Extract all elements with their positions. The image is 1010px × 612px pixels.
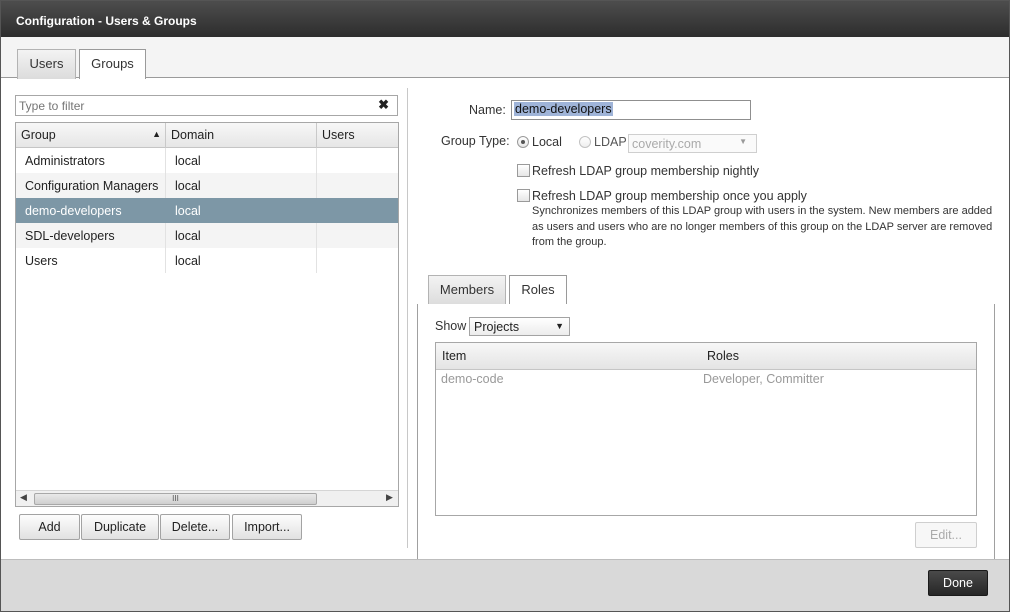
refresh-nightly-checkbox[interactable]	[517, 164, 530, 177]
group-name-cell: demo-developers	[25, 204, 122, 218]
domain-cell: local	[175, 154, 201, 168]
add-button[interactable]: Add	[19, 514, 80, 540]
role-roles-cell: Developer, Committer	[703, 372, 824, 386]
name-value: demo-developers	[514, 102, 613, 116]
dialog-footer	[1, 559, 1009, 611]
sort-ascending-icon: ▲	[152, 129, 161, 139]
name-field[interactable]: demo-developers	[511, 100, 751, 120]
groups-table-header: Group ▲ Domain Users	[16, 123, 398, 148]
column-header-group[interactable]: Group ▲	[16, 123, 166, 148]
refresh-once-checkbox[interactable]	[517, 189, 530, 202]
scrollbar-thumb[interactable]: III	[34, 493, 317, 505]
show-select-value: Projects	[474, 320, 520, 334]
table-row[interactable]: Configuration Managers local	[16, 173, 398, 198]
filter-box: ✖	[15, 95, 398, 116]
roles-table: Item Roles demo-code Developer, Committe…	[435, 342, 977, 516]
domain-cell: local	[175, 229, 201, 243]
name-label: Name:	[469, 103, 506, 117]
panel-divider	[407, 88, 408, 548]
table-row[interactable]: Users local	[16, 248, 398, 273]
table-row[interactable]: Administrators local	[16, 148, 398, 173]
refresh-nightly-label: Refresh LDAP group membership nightly	[532, 164, 759, 178]
tab-users[interactable]: Users	[17, 49, 76, 79]
clear-filter-icon[interactable]: ✖	[378, 97, 389, 113]
local-radio[interactable]	[517, 136, 529, 148]
tab-groups[interactable]: Groups	[79, 49, 146, 79]
refresh-once-label: Refresh LDAP group membership once you a…	[532, 189, 807, 203]
ldap-server-select[interactable]: coverity.com ▼	[628, 134, 757, 153]
group-name-cell: Administrators	[25, 154, 105, 168]
groups-table: Group ▲ Domain Users Administrators loca…	[15, 122, 399, 507]
domain-cell: local	[175, 254, 201, 268]
domain-cell: local	[175, 204, 201, 218]
table-row[interactable]: SDL-developers local	[16, 223, 398, 248]
local-radio-label: Local	[532, 135, 562, 149]
domain-cell: local	[175, 179, 201, 193]
roles-table-header: Item Roles	[436, 343, 976, 370]
ldap-help-text: Synchronizes members of this LDAP group …	[532, 205, 993, 248]
table-row-selected[interactable]: demo-developers local	[16, 198, 398, 223]
group-type-label: Group Type:	[441, 134, 510, 148]
subtab-bar: Members Roles	[417, 274, 995, 305]
edit-button[interactable]: Edit...	[915, 522, 977, 548]
show-label: Show	[435, 319, 467, 333]
done-button[interactable]: Done	[928, 570, 988, 596]
tab-roles[interactable]: Roles	[509, 275, 567, 305]
ldap-radio[interactable]	[579, 136, 591, 148]
show-select[interactable]: Projects ▼	[469, 317, 570, 336]
dialog-title: Configuration - Users & Groups	[1, 1, 1009, 37]
import-button[interactable]: Import...	[232, 514, 302, 540]
scroll-left-icon[interactable]: ◀	[20, 492, 27, 503]
group-name-cell: Users	[25, 254, 58, 268]
horizontal-scrollbar[interactable]: ◀ III ▶	[16, 490, 398, 506]
users-groups-dialog: Configuration - Users & Groups Users Gro…	[0, 0, 1010, 612]
column-header-users[interactable]: Users	[317, 123, 398, 148]
delete-button[interactable]: Delete...	[160, 514, 230, 540]
ldap-radio-label: LDAP	[594, 135, 627, 149]
column-label: Group	[21, 128, 56, 142]
duplicate-button[interactable]: Duplicate	[81, 514, 159, 540]
role-item-cell: demo-code	[441, 372, 504, 386]
chevron-down-icon: ▼	[739, 137, 747, 146]
main-tabbar: Users Groups	[1, 37, 1009, 79]
group-name-cell: SDL-developers	[25, 229, 115, 243]
ldap-server-value: coverity.com	[632, 137, 702, 151]
group-name-cell: Configuration Managers	[25, 179, 159, 193]
tab-members[interactable]: Members	[428, 275, 506, 305]
scroll-right-icon[interactable]: ▶	[386, 492, 393, 503]
column-header-roles[interactable]: Roles	[707, 349, 739, 363]
column-header-domain[interactable]: Domain	[166, 123, 317, 148]
column-header-item[interactable]: Item	[442, 349, 466, 363]
chevron-down-icon: ▼	[555, 321, 564, 331]
filter-input[interactable]	[16, 96, 366, 115]
